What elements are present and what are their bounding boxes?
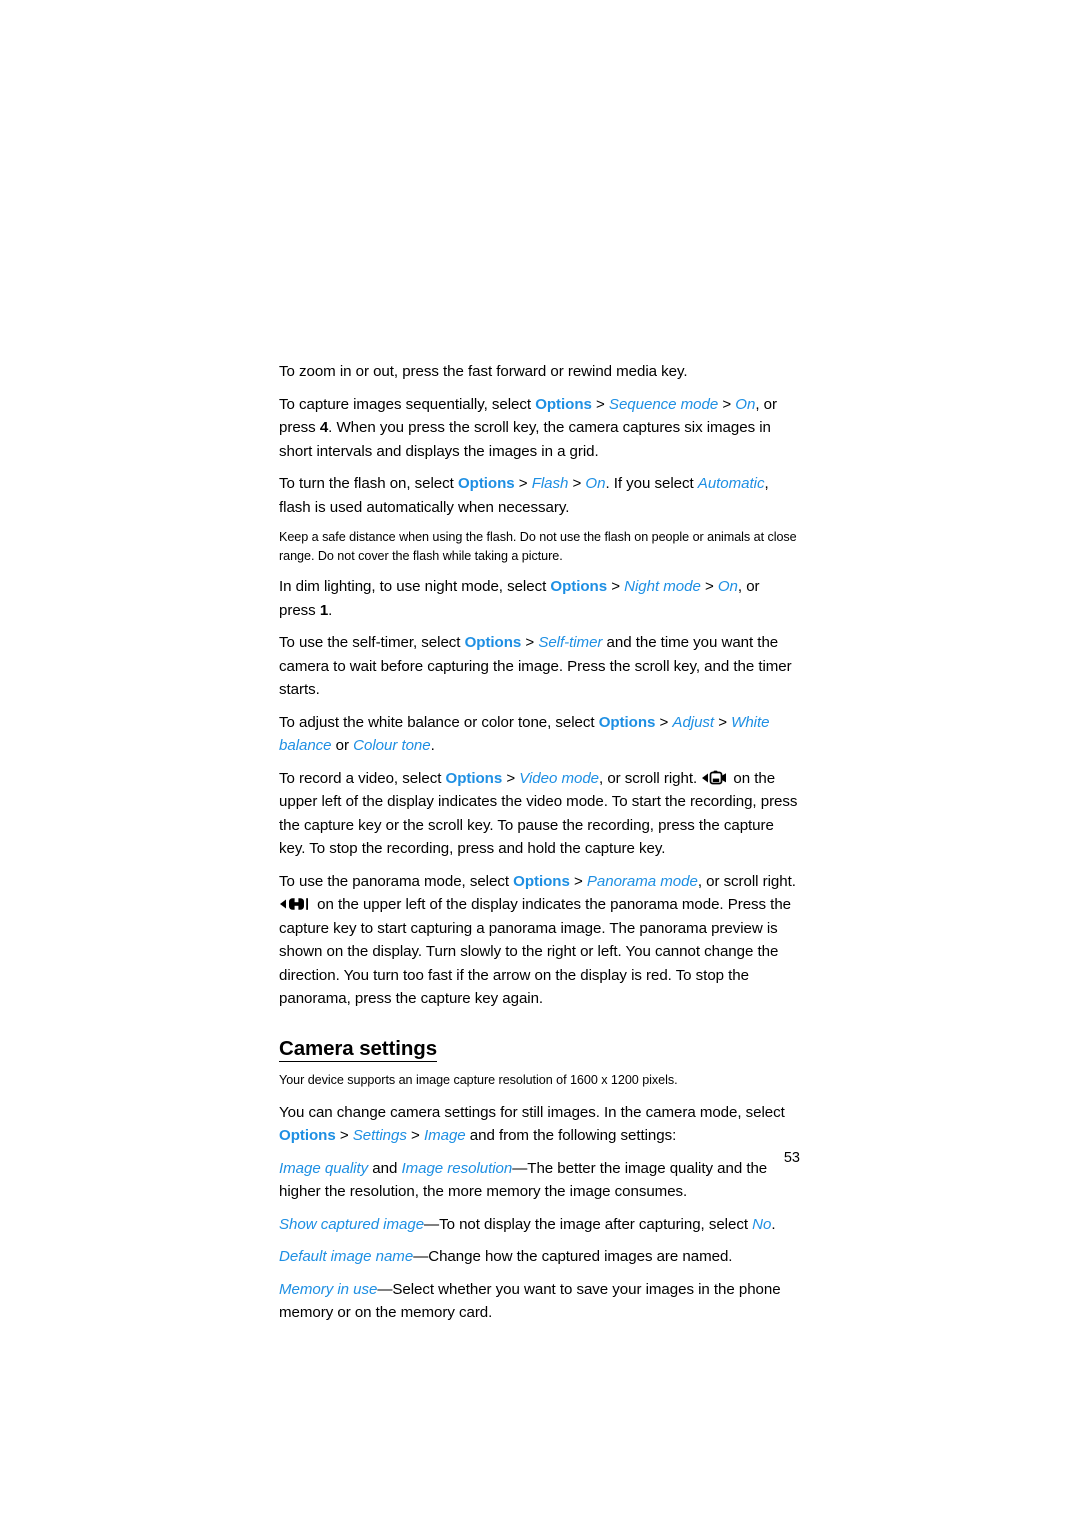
- document-page: To zoom in or out, press the fast forwar…: [0, 0, 1080, 1528]
- paragraph-zoom: To zoom in or out, press the fast forwar…: [279, 360, 800, 384]
- menu-keyword-options: Options: [457, 475, 515, 492]
- text-run: —Change how the captured images are name…: [413, 1248, 733, 1265]
- menu-keyword-settings: Settings: [352, 1127, 407, 1144]
- menu-keyword-options: Options: [535, 395, 592, 413]
- menu-keyword-options: Options: [464, 634, 522, 651]
- menu-separator: >: [700, 578, 718, 595]
- text-run: You can change camera settings for still…: [279, 1103, 785, 1121]
- menu-separator: >: [521, 634, 539, 651]
- page-number: 53: [783, 1150, 800, 1166]
- text-run: . When you press the scroll key, the cam…: [279, 419, 771, 460]
- paragraph-white-balance: To adjust the white balance or color ton…: [279, 711, 800, 758]
- text-run: To use the panorama mode, select: [279, 872, 514, 890]
- text-run: .: [328, 601, 333, 619]
- menu-separator: >: [568, 475, 586, 492]
- text-run: .: [771, 1215, 776, 1233]
- menu-separator: >: [569, 872, 587, 890]
- menu-keyword-adjust: Adjust: [672, 713, 715, 731]
- menu-keyword-sequence-mode: Sequence mode: [608, 395, 719, 413]
- video-camera-icon: [702, 770, 728, 786]
- note-text: Keep a safe distance when using the flas…: [279, 530, 797, 563]
- setting-memory-in-use: Memory in use—Select whether you want to…: [279, 1278, 800, 1325]
- menu-separator: >: [718, 395, 736, 413]
- text-run: To adjust the white balance or color ton…: [279, 713, 599, 731]
- menu-separator: >: [655, 713, 673, 731]
- text-run: or: [331, 737, 354, 754]
- page-title-camera-settings: Camera settings: [279, 1038, 437, 1062]
- menu-keyword-no: No: [752, 1215, 772, 1233]
- text-run: , or scroll right.: [599, 769, 702, 787]
- section-heading-wrapper: Camera settings: [279, 1020, 800, 1072]
- menu-keyword-automatic: Automatic: [697, 475, 765, 492]
- menu-keyword-on: On: [585, 475, 606, 492]
- setting-default-image-name: Default image name—Change how the captur…: [279, 1245, 800, 1269]
- key-number-4: 4: [319, 419, 329, 436]
- menu-separator: >: [406, 1127, 424, 1144]
- paragraph-night-mode: In dim lighting, to use night mode, sele…: [279, 575, 800, 622]
- text-run: —To not display the image after capturin…: [424, 1215, 753, 1233]
- menu-keyword-panorama-mode: Panorama mode: [586, 872, 698, 890]
- menu-keyword-on: On: [735, 395, 756, 413]
- caption-resolution: Your device supports an image capture re…: [279, 1071, 800, 1090]
- setting-show-captured-image: Show captured image—To not display the i…: [279, 1213, 800, 1237]
- paragraph-video-mode: To record a video, select Options > Vide…: [279, 767, 800, 861]
- menu-keyword-image: Image: [423, 1127, 466, 1144]
- text-run: To turn the flash on, select: [279, 475, 458, 492]
- setting-name-default-image-name: Default image name: [279, 1248, 414, 1265]
- text-run: . If you select: [605, 475, 698, 492]
- paragraph-panorama-mode: To use the panorama mode, select Options…: [279, 870, 800, 1011]
- menu-separator: >: [514, 475, 532, 492]
- paragraph-sequence-mode: To capture images sequentially, select O…: [279, 393, 800, 464]
- menu-keyword-flash: Flash: [531, 475, 569, 492]
- setting-name-show-captured-image: Show captured image: [279, 1215, 425, 1233]
- menu-separator: >: [714, 713, 732, 731]
- menu-keyword-night-mode: Night mode: [624, 578, 701, 595]
- menu-keyword-options: Options: [513, 872, 570, 890]
- setting-name-memory-in-use: Memory in use: [279, 1280, 378, 1298]
- menu-keyword-options: Options: [550, 578, 608, 595]
- menu-keyword-video-mode: Video mode: [519, 769, 600, 787]
- page-content: To zoom in or out, press the fast forwar…: [279, 360, 800, 1334]
- menu-keyword-self-timer: Self-timer: [538, 634, 603, 651]
- paragraph-flash: To turn the flash on, select Options > F…: [279, 472, 800, 519]
- text-run: To record a video, select: [279, 769, 446, 787]
- text-run: In dim lighting, to use night mode, sele…: [279, 578, 551, 595]
- menu-keyword-options: Options: [279, 1127, 336, 1144]
- paragraph-self-timer: To use the self-timer, select Options > …: [279, 631, 800, 702]
- panorama-icon: [280, 896, 312, 912]
- menu-separator: >: [502, 769, 520, 787]
- text-run: To capture images sequentially, select: [279, 395, 536, 413]
- text-run: .: [430, 737, 435, 754]
- menu-keyword-options: Options: [445, 769, 503, 787]
- paragraph-settings-path: You can change camera settings for still…: [279, 1101, 800, 1148]
- menu-keyword-colour-tone: Colour tone: [353, 737, 431, 754]
- menu-separator: >: [335, 1127, 353, 1144]
- menu-separator: >: [607, 578, 625, 595]
- key-number-1: 1: [319, 601, 329, 619]
- menu-separator: >: [591, 395, 609, 413]
- caption-text: Your device supports an image capture re…: [279, 1073, 678, 1087]
- text-run: , or scroll right.: [697, 872, 796, 890]
- text-run: on the upper left of the display indicat…: [279, 896, 792, 1007]
- menu-keyword-options: Options: [598, 713, 656, 731]
- paragraph-zoom-text: To zoom in or out, press the fast forwar…: [279, 363, 688, 380]
- text-run: and from the following settings:: [465, 1127, 677, 1144]
- menu-keyword-on: On: [717, 578, 738, 595]
- note-flash-safety: Keep a safe distance when using the flas…: [279, 528, 800, 565]
- text-run: To use the self-timer, select: [279, 634, 465, 651]
